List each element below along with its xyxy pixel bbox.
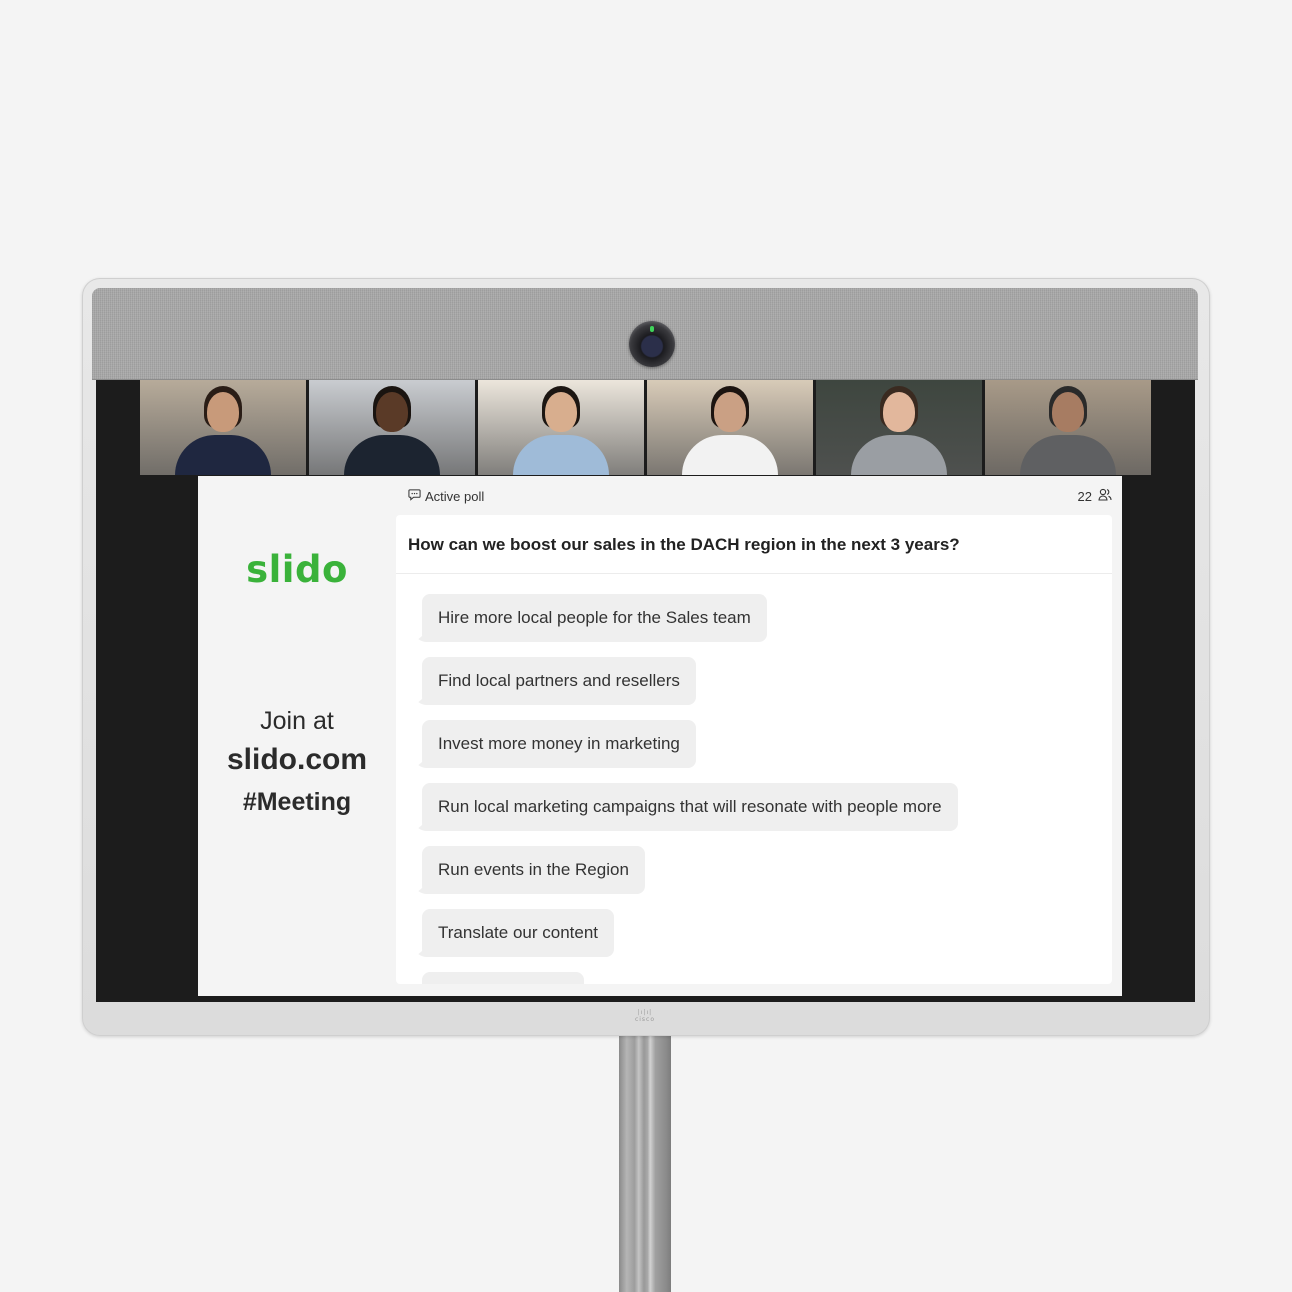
poll-answer: Invest more money in marketing [422, 720, 696, 768]
poll-answer: Run events in the Region [422, 846, 645, 894]
join-instructions: Join at slido.com #Meeting [198, 704, 396, 822]
participant-face [714, 392, 746, 432]
participant-face [545, 392, 577, 432]
stand-pole [619, 1030, 671, 1292]
join-panel: slido Join at slido.com #Meeting [198, 476, 396, 996]
poll-status-label: Active poll [425, 488, 485, 504]
device-bottom-bezel: |ı|ı| cisco [82, 1002, 1210, 1036]
poll-answers-list: Hire more local people for the Sales tea… [422, 594, 958, 984]
participant-counter: 22 [1078, 488, 1112, 504]
video-tile-participant-5[interactable] [816, 380, 982, 475]
participant-face [376, 392, 408, 432]
speaker-grille [92, 288, 1198, 380]
poll-status: Active poll [408, 488, 484, 504]
poll-answer-partial [422, 972, 584, 984]
poll-answer: Find local partners and resellers [422, 657, 696, 705]
poll-header: Active poll 22 [406, 484, 1112, 508]
device-screen: slido Join at slido.com #Meeting Active … [96, 380, 1195, 1002]
chat-bubble-icon [408, 488, 421, 504]
cisco-board-device: slido Join at slido.com #Meeting Active … [82, 278, 1210, 1036]
poll-card: How can we boost our sales in the DACH r… [396, 515, 1112, 984]
poll-answer: Run local marketing campaigns that will … [422, 783, 958, 831]
video-participant-strip [140, 380, 1151, 476]
video-tile-participant-1[interactable] [140, 380, 306, 475]
poll-question: How can we boost our sales in the DACH r… [396, 515, 1112, 574]
video-tile-participant-4[interactable] [647, 380, 813, 475]
slido-logo: slido [246, 548, 348, 591]
poll-answer: Hire more local people for the Sales tea… [422, 594, 767, 642]
video-tile-participant-2[interactable] [309, 380, 475, 475]
cisco-logo: |ı|ı| cisco [630, 1010, 660, 1024]
join-at-label: Join at [260, 707, 334, 735]
event-code: #Meeting [242, 788, 352, 816]
join-url[interactable]: slido.com [198, 738, 396, 782]
video-tile-participant-6[interactable] [985, 380, 1151, 475]
video-tile-participant-3[interactable] [478, 380, 644, 475]
participants-icon [1098, 488, 1112, 504]
slido-slide: slido Join at slido.com #Meeting Active … [198, 476, 1122, 996]
camera-icon [629, 321, 675, 367]
participant-face [1052, 392, 1084, 432]
participant-face [207, 392, 239, 432]
participant-count: 22 [1077, 488, 1092, 504]
participant-face [883, 392, 915, 432]
cisco-logo-text: cisco [634, 1016, 656, 1023]
camera-status-led [650, 326, 654, 332]
poll-answer: Translate our content [422, 909, 615, 957]
